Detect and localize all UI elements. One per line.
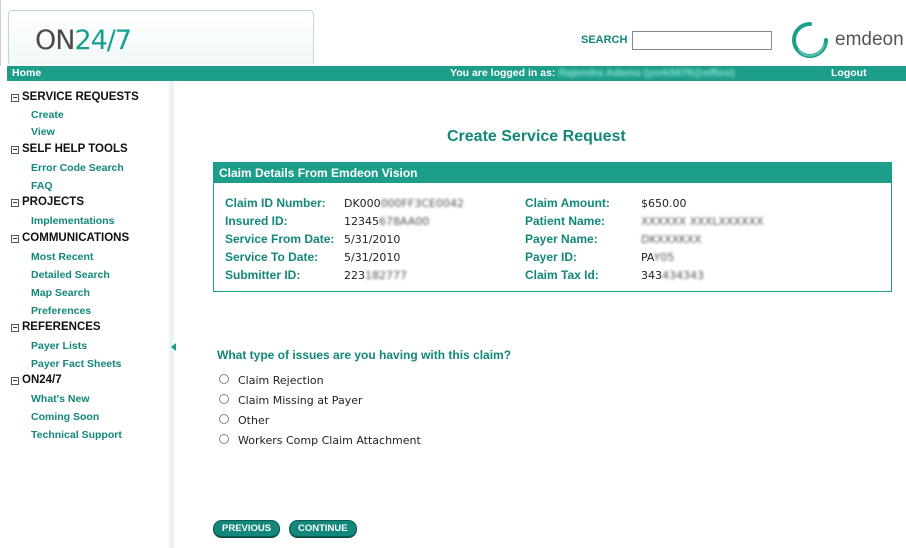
page-title: Create Service Request bbox=[447, 128, 626, 145]
submitter-id-label: Submitter ID: bbox=[225, 268, 301, 282]
logout-link[interactable]: Logout bbox=[831, 67, 867, 79]
continue-button[interactable]: CONTINUE bbox=[289, 520, 357, 537]
option-workers-comp-claim-attachment[interactable]: Workers Comp Claim Attachment bbox=[219, 433, 421, 447]
sidebar-item-payer-fact-sheets[interactable]: Payer Fact Sheets bbox=[31, 358, 121, 370]
logged-in-info: You are logged in as: Rajendra Adama (yo… bbox=[450, 67, 735, 79]
search-label: SEARCH bbox=[581, 34, 628, 46]
option-label: Claim Missing at Payer bbox=[238, 394, 363, 407]
sidebar: − SERVICE REQUESTS Create View − SELF HELP… bbox=[7, 81, 174, 548]
header: ON24/7 SEARCH emdeon bbox=[0, 0, 906, 66]
sidebar-item-error-code-search[interactable]: Error Code Search bbox=[31, 162, 124, 174]
option-label: Other bbox=[238, 414, 270, 427]
option-other[interactable]: Other bbox=[219, 413, 270, 427]
search-area: SEARCH bbox=[581, 30, 773, 50]
claim-id-label: Claim ID Number: bbox=[225, 196, 326, 210]
logo-area: ON24/7 bbox=[8, 10, 314, 64]
emdeon-swirl-icon bbox=[792, 22, 828, 58]
option-label: Workers Comp Claim Attachment bbox=[238, 434, 421, 447]
sidebar-section-service-requests[interactable]: − SERVICE REQUESTS bbox=[11, 91, 139, 103]
brand-name: emdeon bbox=[835, 29, 904, 50]
option-claim-rejection[interactable]: Claim Rejection bbox=[219, 373, 324, 387]
sidebar-section-self-help-tools[interactable]: − SELF HELP TOOLS bbox=[11, 143, 128, 155]
claim-details-panel: Claim Details From Emdeon Vision Claim I… bbox=[213, 162, 892, 292]
payer-id-value: PAY05 bbox=[641, 251, 675, 264]
claim-amount-label: Claim Amount: bbox=[525, 196, 610, 210]
sidebar-item-create[interactable]: Create bbox=[31, 109, 64, 121]
issue-question: What type of issues are you having with … bbox=[217, 348, 512, 362]
sidebar-item-view[interactable]: View bbox=[31, 126, 55, 138]
on247-logo[interactable]: ON24/7 bbox=[35, 25, 132, 56]
option-claim-missing-at-payer[interactable]: Claim Missing at Payer bbox=[219, 393, 363, 407]
radio-button[interactable] bbox=[219, 393, 229, 404]
emdeon-logo: emdeon bbox=[791, 20, 904, 60]
patient-name-value: XXXXXX XXXLXXXXXX bbox=[641, 215, 764, 228]
sidebar-item-coming-soon[interactable]: Coming Soon bbox=[31, 411, 99, 423]
top-nav-bar: Home You are logged in as: Rajendra Adam… bbox=[7, 66, 906, 81]
radio-button[interactable] bbox=[219, 433, 229, 444]
sidebar-item-map-search[interactable]: Map Search bbox=[31, 287, 90, 299]
logo-part1: ON bbox=[35, 25, 75, 56]
collapse-box-icon[interactable]: − bbox=[11, 94, 19, 102]
payer-name-value: DKXXXKXX bbox=[641, 233, 702, 246]
service-to-label: Service To Date: bbox=[225, 250, 319, 264]
logged-in-user: Rajendra Adama (york5678@office) bbox=[558, 67, 735, 79]
sidebar-section-label: ON24/7 bbox=[22, 374, 62, 386]
radio-button[interactable] bbox=[219, 373, 229, 384]
sidebar-item-whats-new[interactable]: What's New bbox=[31, 393, 90, 405]
logged-in-label: You are logged in as: bbox=[450, 67, 556, 79]
sidebar-item-detailed-search[interactable]: Detailed Search bbox=[31, 269, 110, 281]
service-to-value: 5/31/2010 bbox=[344, 251, 401, 264]
collapse-box-icon[interactable]: − bbox=[11, 324, 19, 332]
patient-name-label: Patient Name: bbox=[525, 214, 606, 228]
claim-tax-id-value: 343434343 bbox=[641, 269, 704, 282]
sidebar-section-label: REFERENCES bbox=[22, 321, 101, 333]
claim-tax-id-label: Claim Tax Id: bbox=[525, 268, 599, 282]
sidebar-section-label: SELF HELP TOOLS bbox=[22, 143, 128, 155]
panel-header: Claim Details From Emdeon Vision bbox=[214, 163, 891, 183]
payer-name-label: Payer Name: bbox=[525, 232, 598, 246]
service-from-value: 5/31/2010 bbox=[344, 233, 401, 246]
collapse-box-icon[interactable]: − bbox=[11, 377, 19, 385]
insured-id-value: 12345678AA00 bbox=[344, 215, 430, 228]
previous-button[interactable]: PREVIOUS bbox=[213, 520, 281, 537]
logo-part2: 24/7 bbox=[74, 25, 132, 56]
sidebar-section-projects[interactable]: − PROJECTS bbox=[11, 196, 84, 208]
radio-button[interactable] bbox=[219, 413, 229, 424]
sidebar-section-label: SERVICE REQUESTS bbox=[22, 91, 139, 103]
sidebar-section-label: PROJECTS bbox=[22, 196, 84, 208]
service-from-label: Service From Date: bbox=[225, 232, 335, 246]
insured-id-label: Insured ID: bbox=[225, 214, 288, 228]
collapse-box-icon[interactable]: − bbox=[11, 199, 19, 207]
collapse-sidebar-arrow-icon[interactable] bbox=[171, 343, 176, 351]
collapse-box-icon[interactable]: − bbox=[11, 146, 19, 154]
submitter-id-value: 223182777 bbox=[344, 269, 407, 282]
search-input[interactable] bbox=[632, 30, 773, 50]
payer-id-label: Payer ID: bbox=[525, 250, 578, 264]
sidebar-item-technical-support[interactable]: Technical Support bbox=[31, 429, 122, 441]
claim-id-value: DK000000FF3CE0042 bbox=[344, 197, 464, 210]
sidebar-section-communications[interactable]: − COMMUNICATIONS bbox=[11, 232, 129, 244]
option-label: Claim Rejection bbox=[238, 374, 324, 387]
sidebar-section-label: COMMUNICATIONS bbox=[22, 232, 130, 244]
claim-amount-value: $650.00 bbox=[641, 197, 687, 210]
collapse-box-icon[interactable]: − bbox=[11, 235, 19, 243]
sidebar-item-preferences[interactable]: Preferences bbox=[31, 305, 91, 317]
sidebar-item-implementations[interactable]: Implementations bbox=[31, 215, 114, 227]
sidebar-section-references[interactable]: − REFERENCES bbox=[11, 321, 101, 333]
nav-home-link[interactable]: Home bbox=[12, 67, 41, 79]
sidebar-item-most-recent[interactable]: Most Recent bbox=[31, 251, 93, 263]
sidebar-item-faq[interactable]: FAQ bbox=[31, 180, 53, 192]
sidebar-item-payer-lists[interactable]: Payer Lists bbox=[31, 340, 87, 352]
sidebar-section-on247[interactable]: − ON24/7 bbox=[11, 374, 62, 386]
